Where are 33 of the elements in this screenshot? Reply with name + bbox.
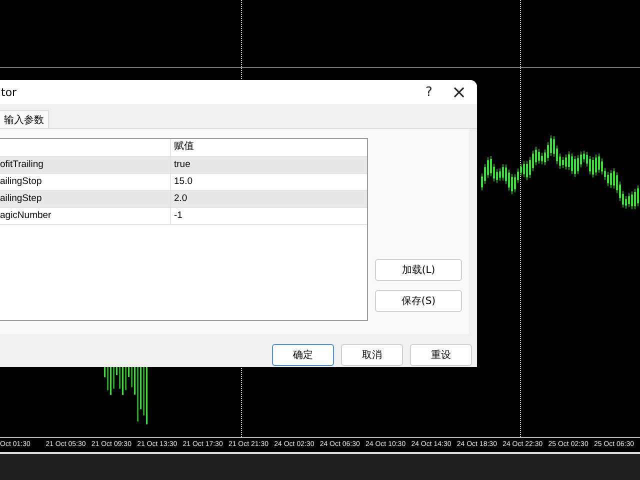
candlestick <box>107 367 108 390</box>
table-cell: agicNumber <box>0 208 171 224</box>
tab[interactable]: 输入参数 <box>0 110 49 128</box>
table-cell-text: 15.0 <box>173 175 192 189</box>
candlestick <box>125 367 126 390</box>
candlestick <box>143 367 144 416</box>
table-cell-text: true <box>173 158 190 172</box>
candlestick <box>116 367 118 376</box>
table-cell-text: 2.0 <box>173 192 188 206</box>
window-title: tor <box>0 86 18 98</box>
table-cell: ailingStop <box>0 174 171 190</box>
candlestick <box>119 367 120 389</box>
candlestick <box>113 367 114 389</box>
side-button[interactable]: 保存(S) <box>375 290 462 312</box>
candlestick <box>146 367 148 424</box>
candlestick <box>131 367 132 388</box>
table-cell: ailingStep <box>0 191 171 207</box>
side-button[interactable]: 加载(L) <box>375 259 462 281</box>
table-cell-text: -1 <box>173 209 182 223</box>
column-header: 赋值 <box>173 140 194 154</box>
candlestick <box>128 367 130 378</box>
candlestick <box>140 367 142 410</box>
dialog-button[interactable]: 重设 <box>410 344 472 366</box>
help-button[interactable]: ? <box>414 84 444 100</box>
candlestick <box>134 367 136 395</box>
candlestick <box>137 367 138 422</box>
close-button[interactable]: × <box>444 82 474 102</box>
table-cell: ofitTrailing <box>0 157 171 173</box>
dialog-button[interactable]: 确定 <box>272 344 334 366</box>
candlestick <box>122 367 124 395</box>
candlestick <box>104 367 106 378</box>
candlestick <box>110 367 112 395</box>
dialog-button[interactable]: 取消 <box>341 344 403 366</box>
